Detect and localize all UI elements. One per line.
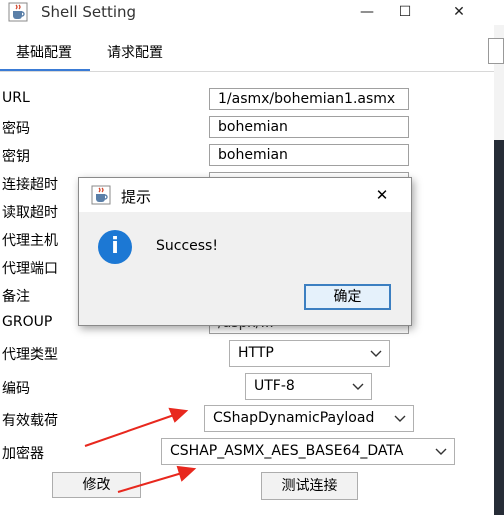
- password-field[interactable]: bohemian: [209, 116, 409, 138]
- payload-value: CShapDynamicPayload: [213, 410, 375, 426]
- group-label: GROUP: [2, 314, 53, 330]
- chevron-down-icon: [394, 415, 406, 422]
- java-cup-icon: [8, 2, 28, 22]
- java-cup-icon: [91, 185, 111, 205]
- encryptor-select[interactable]: CSHAP_ASMX_AES_BASE64_DATA: [161, 438, 455, 465]
- secret-label: 密钥: [2, 149, 30, 165]
- window-title: Shell Setting: [41, 3, 137, 21]
- tab-request-config[interactable]: 请求配置: [107, 42, 163, 62]
- chevron-down-icon: [352, 383, 364, 390]
- arrow-head-payload: [168, 407, 189, 423]
- test-connection-button[interactable]: 测试连接: [261, 472, 358, 500]
- maximize-button[interactable]: ☐: [382, 0, 428, 25]
- encryptor-value: CSHAP_ASMX_AES_BASE64_DATA: [170, 443, 404, 459]
- encoding-select[interactable]: UTF-8: [245, 373, 372, 400]
- payload-label: 有效载荷: [2, 413, 58, 429]
- proxy-host-label: 代理主机: [2, 233, 58, 249]
- url-field[interactable]: 1/asmx/bohemian1.asmx: [209, 88, 409, 110]
- dialog-title: 提示: [121, 188, 152, 206]
- chevron-down-icon: [370, 350, 382, 357]
- encoding-label: 编码: [2, 381, 30, 397]
- payload-select[interactable]: CShapDynamicPayload: [204, 405, 414, 432]
- proxy-type-label: 代理类型: [2, 347, 58, 363]
- info-icon: i: [98, 230, 132, 264]
- proxy-port-label: 代理端口: [2, 261, 58, 277]
- chevron-down-icon: [435, 448, 447, 455]
- secret-field[interactable]: bohemian: [209, 144, 409, 166]
- tab-divider: [0, 71, 494, 72]
- title-bar: Shell Setting — ☐ ✕: [0, 0, 504, 25]
- tab-basic-config[interactable]: 基础配置: [16, 42, 72, 62]
- read-timeout-label: 读取超时: [2, 205, 58, 221]
- encryptor-label: 加密器: [2, 446, 44, 462]
- password-label: 密码: [2, 121, 30, 137]
- dialog-message: Success!: [156, 238, 218, 254]
- ok-button[interactable]: 确定: [304, 284, 391, 310]
- modify-button[interactable]: 修改: [52, 472, 141, 498]
- dialog-title-bar: 提示 ✕: [79, 178, 411, 212]
- url-label: URL: [2, 90, 30, 106]
- encoding-value: UTF-8: [254, 378, 295, 394]
- note-label: 备注: [2, 289, 30, 305]
- arrow-head-encryptor: [176, 465, 197, 482]
- background-window-control: [488, 38, 504, 64]
- connect-timeout-label: 连接超时: [2, 177, 58, 193]
- proxy-type-select[interactable]: HTTP: [229, 340, 390, 367]
- dialog-close-button[interactable]: ✕: [367, 183, 397, 207]
- message-dialog: 提示 ✕ i Success! 确定: [78, 177, 412, 326]
- proxy-type-value: HTTP: [238, 345, 274, 361]
- close-button[interactable]: ✕: [436, 0, 482, 25]
